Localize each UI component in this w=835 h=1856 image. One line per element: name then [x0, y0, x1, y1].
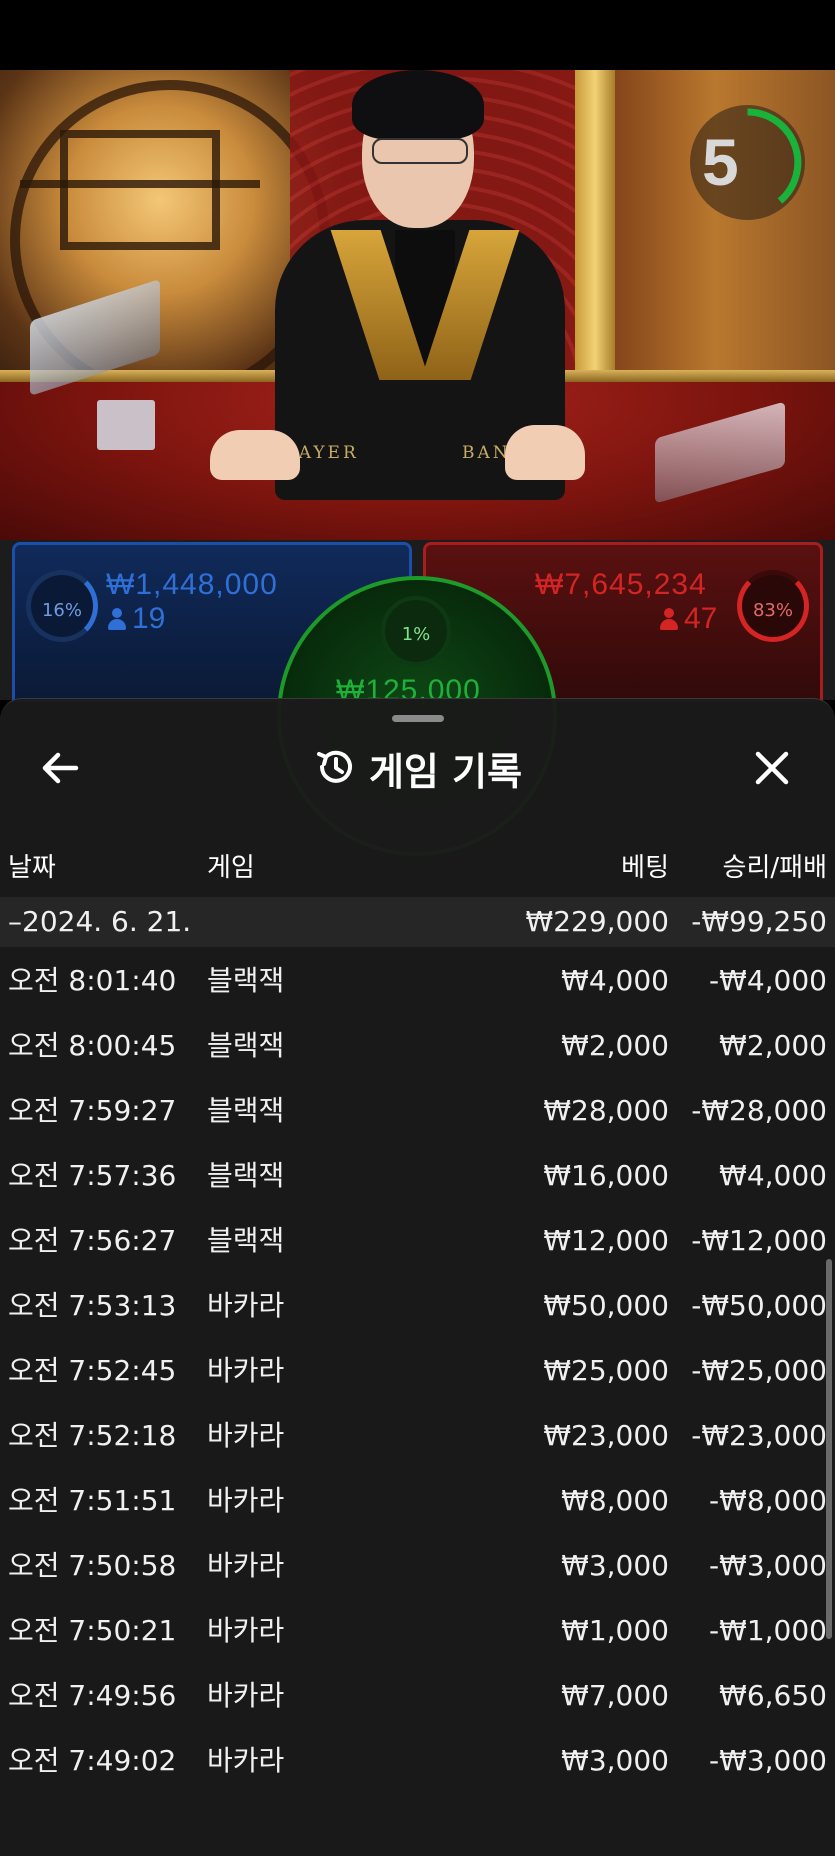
- banker-bettor-count: 47: [660, 602, 717, 636]
- date-group-result-total: -₩99,250: [691, 905, 827, 938]
- row-bet: ₩23,000: [543, 1419, 669, 1452]
- row-bet: ₩4,000: [561, 964, 669, 997]
- history-row[interactable]: 오전 7:56:27 블랙잭 ₩12,000 -₩12,000: [0, 1209, 835, 1273]
- row-result: ₩2,000: [719, 1029, 827, 1062]
- history-icon: [313, 745, 357, 793]
- banker-percent: 83%: [737, 570, 809, 642]
- row-bet: ₩16,000: [543, 1159, 669, 1192]
- column-game: 게임: [207, 853, 255, 883]
- player-bet-amount: ₩1,448,000: [106, 568, 278, 601]
- row-bet: ₩1,000: [561, 1614, 669, 1647]
- row-bet: ₩25,000: [543, 1354, 669, 1387]
- app-root: { "timer": { "value": "5", "color": "#19…: [0, 0, 835, 1856]
- date-group-row[interactable]: –2024. 6. 21. ₩229,000 -₩99,250: [0, 897, 835, 947]
- date-group-bet-total: ₩229,000: [525, 905, 669, 938]
- row-game: 블랙잭: [207, 1159, 285, 1192]
- history-row[interactable]: 오전 7:50:58 바카라 ₩3,000 -₩3,000: [0, 1534, 835, 1598]
- row-game: 블랙잭: [207, 1094, 285, 1127]
- row-game: 바카라: [207, 1484, 285, 1517]
- row-game: 바카라: [207, 1549, 285, 1582]
- row-game: 블랙잭: [207, 964, 285, 997]
- row-time: 오전 7:56:27: [8, 1224, 177, 1257]
- row-time: 오전 7:49:56: [8, 1679, 177, 1712]
- row-game: 블랙잭: [207, 1224, 285, 1257]
- row-bet: ₩3,000: [561, 1744, 669, 1777]
- row-bet: ₩2,000: [561, 1029, 669, 1062]
- sheet-header: 게임 기록: [0, 741, 835, 797]
- column-bet: 베팅: [621, 853, 669, 883]
- backdrop-pillar: [575, 70, 615, 400]
- history-row[interactable]: 오전 7:52:18 바카라 ₩23,000 -₩23,000: [0, 1404, 835, 1468]
- row-time: 오전 8:00:45: [8, 1029, 177, 1062]
- history-row[interactable]: 오전 7:59:27 블랙잭 ₩28,000 -₩28,000: [0, 1079, 835, 1143]
- row-bet: ₩50,000: [543, 1289, 669, 1322]
- row-result: -₩3,000: [709, 1549, 827, 1582]
- row-result: ₩4,000: [719, 1159, 827, 1192]
- row-result: ₩6,650: [719, 1679, 827, 1712]
- history-row[interactable]: 오전 8:00:45 블랙잭 ₩2,000 ₩2,000: [0, 1014, 835, 1078]
- column-date: 날짜: [8, 853, 56, 883]
- history-row[interactable]: 오전 7:49:02 바카라 ₩3,000 -₩3,000: [0, 1729, 835, 1793]
- history-row[interactable]: 오전 7:53:13 바카라 ₩50,000 -₩50,000: [0, 1274, 835, 1338]
- row-game: 바카라: [207, 1354, 285, 1387]
- row-time: 오전 7:51:51: [8, 1484, 177, 1517]
- close-button[interactable]: [740, 739, 804, 797]
- row-result: -₩1,000: [709, 1614, 827, 1647]
- row-time: 오전 7:52:18: [8, 1419, 177, 1452]
- countdown-timer: 5: [690, 105, 805, 220]
- row-result: -₩28,000: [691, 1094, 827, 1127]
- row-result: -₩3,000: [709, 1744, 827, 1777]
- history-row[interactable]: 오전 7:51:51 바카라 ₩8,000 -₩8,000: [0, 1469, 835, 1533]
- player-bettor-count: 19: [108, 602, 165, 636]
- row-time: 오전 7:49:02: [8, 1744, 177, 1777]
- card-stack: [97, 400, 155, 450]
- person-icon: [660, 608, 678, 630]
- row-game: 바카라: [207, 1289, 285, 1322]
- row-bet: ₩3,000: [561, 1549, 669, 1582]
- close-icon: [755, 751, 789, 785]
- history-row[interactable]: 오전 7:52:45 바카라 ₩25,000 -₩25,000: [0, 1339, 835, 1403]
- row-time: 오전 7:59:27: [8, 1094, 177, 1127]
- row-game: 바카라: [207, 1419, 285, 1452]
- row-game: 바카라: [207, 1744, 285, 1777]
- row-result: -₩25,000: [691, 1354, 827, 1387]
- tie-percent: 1%: [381, 596, 451, 666]
- row-time: 오전 7:50:21: [8, 1614, 177, 1647]
- status-bar: [0, 0, 835, 70]
- sheet-title: 게임 기록: [368, 750, 523, 794]
- person-icon: [108, 608, 126, 630]
- column-result: 승리/패배: [722, 853, 827, 883]
- row-bet: ₩12,000: [543, 1224, 669, 1257]
- history-row[interactable]: 오전 7:57:36 블랙잭 ₩16,000 ₩4,000: [0, 1144, 835, 1208]
- row-bet: ₩28,000: [543, 1094, 669, 1127]
- row-time: 오전 8:01:40: [8, 964, 177, 997]
- sheet-drag-handle[interactable]: [392, 715, 444, 722]
- row-game: 바카라: [207, 1614, 285, 1647]
- banker-bet-amount: ₩7,645,234: [535, 568, 707, 601]
- row-game: 블랙잭: [207, 1029, 285, 1062]
- row-result: -₩23,000: [691, 1419, 827, 1452]
- row-result: -₩4,000: [709, 964, 827, 997]
- row-time: 오전 7:57:36: [8, 1159, 177, 1192]
- player-percent: 16%: [26, 570, 98, 642]
- timer-value: 5: [702, 125, 739, 199]
- game-history-sheet: 게임 기록 날짜 게임 베팅 승리/패배 –2024. 6. 21. ₩229,…: [0, 698, 835, 1856]
- history-row[interactable]: 오전 7:50:21 바카라 ₩1,000 -₩1,000: [0, 1599, 835, 1663]
- row-bet: ₩8,000: [561, 1484, 669, 1517]
- history-row[interactable]: 오전 8:01:40 블랙잭 ₩4,000 -₩4,000: [0, 949, 835, 1013]
- history-row[interactable]: 오전 7:49:56 바카라 ₩7,000 ₩6,650: [0, 1664, 835, 1728]
- row-result: -₩50,000: [691, 1289, 827, 1322]
- row-result: -₩8,000: [709, 1484, 827, 1517]
- row-bet: ₩7,000: [561, 1679, 669, 1712]
- scrollbar[interactable]: [826, 1259, 832, 1639]
- row-result: -₩12,000: [691, 1224, 827, 1257]
- row-time: 오전 7:53:13: [8, 1289, 177, 1322]
- row-time: 오전 7:50:58: [8, 1549, 177, 1582]
- date-group-date: –2024. 6. 21.: [8, 905, 192, 938]
- row-time: 오전 7:52:45: [8, 1354, 177, 1387]
- betting-area: 16% ₩1,448,000 19 1% ₩125,000 ₩7,645,234…: [0, 540, 835, 856]
- row-game: 바카라: [207, 1679, 285, 1712]
